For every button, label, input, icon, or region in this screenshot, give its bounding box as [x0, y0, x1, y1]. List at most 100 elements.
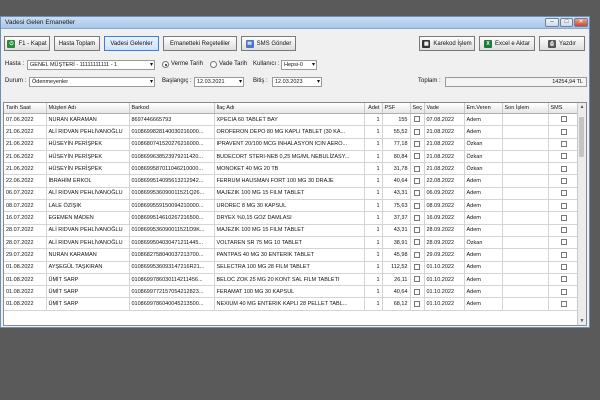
col-select-header[interactable]: Seç [410, 103, 425, 114]
select-checkbox[interactable] [414, 300, 420, 307]
sms-checkbox[interactable] [561, 128, 567, 135]
select-checkbox[interactable] [414, 177, 420, 184]
table-row[interactable]: 08.07.2022 LALE ÖZIŞIK 0108699559150094210… [4, 199, 581, 213]
export-excel-button[interactable]: X Excel e Aktar [479, 36, 535, 51]
cell-giver: Adem [464, 224, 503, 237]
sms-checkbox[interactable] [561, 263, 567, 270]
col-qty-header[interactable]: Adet [364, 103, 383, 114]
table-row[interactable]: 22.06.2022 İBRAHİM ERKOL 01086995140956132… [4, 174, 581, 188]
table-row[interactable]: 28.07.2022 ALİ RIDVAN PEHLİVANOĞLU 0108699… [4, 236, 581, 250]
start-date-field[interactable]: 12.03.2021 [194, 77, 244, 87]
sms-checkbox[interactable] [561, 276, 567, 283]
sms-checkbox[interactable] [561, 214, 567, 221]
cell-drug: FERAMAT 100 MG 30 KAPSUL [214, 285, 365, 299]
sms-checkbox[interactable] [561, 177, 567, 184]
col-customer-header[interactable]: Müşteri Adı [46, 103, 130, 114]
cell-sms [548, 174, 581, 188]
select-checkbox[interactable] [414, 288, 420, 295]
scroll-up-icon[interactable]: ▲ [578, 103, 586, 111]
cell-sms [548, 138, 581, 151]
barcode-process-button[interactable]: ▦ Karekod İşlem [419, 36, 475, 51]
select-checkbox[interactable] [414, 239, 420, 246]
table-row[interactable]: 01.08.2022 ÜMİT SARP 010869978604004521350… [4, 297, 581, 311]
select-checkbox[interactable] [414, 153, 420, 160]
close-button[interactable]: ⏻ F1 - Kapat [4, 36, 50, 51]
col-last-op-header[interactable]: Son İşlem [502, 103, 549, 114]
cell-customer: ALİ RIDVAN PEHLİVANOĞLU [46, 187, 130, 201]
send-sms-button[interactable]: ✉ SMS Gönder [241, 36, 296, 51]
col-sms-header[interactable]: SMS [548, 103, 581, 114]
select-checkbox[interactable] [414, 128, 420, 135]
cell-due: 01.10.2022 [424, 273, 465, 287]
col-due-header[interactable]: Vade [424, 103, 465, 114]
cell-customer: LALE ÖZIŞIK [46, 199, 130, 213]
sms-checkbox[interactable] [561, 190, 567, 197]
patient-total-button[interactable]: Hasta Toplam [54, 36, 100, 51]
sms-checkbox[interactable] [561, 227, 567, 234]
due-date-radio[interactable] [210, 61, 217, 68]
cell-select [410, 174, 425, 188]
grid-vertical-scrollbar[interactable]: ▲ ▼ [577, 103, 586, 325]
select-checkbox[interactable] [414, 263, 420, 270]
scroll-down-icon[interactable]: ▼ [578, 317, 586, 325]
table-row[interactable]: 21.06.2022 HÜSEYİN PERİŞPEK 01086996385239… [4, 150, 581, 164]
total-value: 14254,94 TL [445, 77, 587, 87]
table-row[interactable]: 21.06.2022 HÜSEYİN PERİŞPEK 01086995870110… [4, 162, 581, 176]
select-checkbox[interactable] [414, 251, 420, 258]
select-checkbox[interactable] [414, 276, 420, 283]
cell-select [410, 211, 425, 225]
user-select[interactable]: Hepsi-0 [281, 60, 317, 70]
table-row[interactable]: 01.08.2022 AYŞEGÜL TAŞKIRAN 01086995360931… [4, 261, 581, 274]
status-select[interactable]: Ödenmeyenler [29, 77, 155, 87]
minimize-button[interactable]: – [545, 18, 559, 27]
entrusted-prescriptions-button[interactable]: Emanetteki Reçeteliler [163, 36, 237, 51]
sms-checkbox[interactable] [561, 300, 567, 307]
col-barcode-header[interactable]: Barkod [129, 103, 215, 114]
sms-checkbox[interactable] [561, 153, 567, 160]
cell-psf: 31,78 [382, 162, 411, 176]
table-row[interactable]: 01.08.2022 ÜMİT SARP 010869978603011421145… [4, 273, 581, 287]
cell-last-op [502, 236, 549, 250]
cell-drug: MAJEZIK 100 MG 15 FILM TABLET [214, 224, 365, 237]
select-checkbox[interactable] [414, 202, 420, 209]
select-checkbox[interactable] [414, 214, 420, 221]
scroll-thumb[interactable] [579, 117, 584, 157]
cell-date: 28.07.2022 [4, 236, 47, 250]
cell-psf: 77,18 [382, 138, 411, 151]
table-row[interactable]: 16.07.2022 EGEMEN MADEN 010869951461026721… [4, 211, 581, 225]
cell-date: 21.06.2022 [4, 138, 47, 151]
due-items-button[interactable]: Vadesi Gelenler [104, 36, 159, 51]
sms-checkbox[interactable] [561, 251, 567, 258]
cell-psf: 43,31 [382, 187, 411, 201]
sms-checkbox[interactable] [561, 165, 567, 172]
give-date-radio[interactable] [162, 61, 169, 68]
col-drug-header[interactable]: İlaç Adı [214, 103, 365, 114]
maximize-button[interactable]: □ [560, 18, 573, 27]
col-giver-header[interactable]: Em.Veren [464, 103, 503, 114]
cell-last-op [502, 150, 549, 164]
sms-checkbox[interactable] [561, 141, 567, 148]
patient-select[interactable]: GENEL MÜŞTERİ - 11111111111 - 1 [27, 60, 155, 70]
table-row[interactable]: 29.07.2022 NURAN KARAMAN 01086827580400372… [4, 248, 581, 262]
table-row[interactable]: 28.07.2022 ALİ RIDVAN PEHLİVANOĞLU 0108699… [4, 224, 581, 237]
select-checkbox[interactable] [414, 165, 420, 172]
select-checkbox[interactable] [414, 190, 420, 197]
col-date-header[interactable]: Tarih Saat [4, 103, 47, 114]
sms-checkbox[interactable] [561, 288, 567, 295]
select-checkbox[interactable] [414, 141, 420, 148]
sms-checkbox[interactable] [561, 116, 567, 123]
cell-giver: Adem [464, 211, 503, 225]
close-window-button[interactable]: ✕ [574, 18, 588, 27]
col-psf-header[interactable]: PSF [382, 103, 411, 114]
select-checkbox[interactable] [414, 116, 420, 123]
end-date-field[interactable]: 12.03.2023 [272, 77, 322, 87]
table-row[interactable]: 07.06.2022 NURAN KARAMAN 8697446665793 XPEC… [4, 113, 581, 127]
sms-checkbox[interactable] [561, 202, 567, 209]
print-button[interactable]: ⎙ Yazdır [539, 36, 585, 51]
table-row[interactable]: 21.06.2022 ALİ RIDVAN PEHLİVANOĞLU 0108699… [4, 125, 581, 139]
sms-checkbox[interactable] [561, 239, 567, 246]
table-row[interactable]: 01.08.2022 ÜMİT SARP 010869977215705421282… [4, 285, 581, 299]
select-checkbox[interactable] [414, 227, 420, 234]
table-row[interactable]: 06.07.2022 ALİ RIDVAN PEHLİVANOĞLU 0108699… [4, 187, 581, 201]
table-row[interactable]: 21.06.2022 HÜSEYİN PERİŞPEK 01086807415202… [4, 138, 581, 151]
